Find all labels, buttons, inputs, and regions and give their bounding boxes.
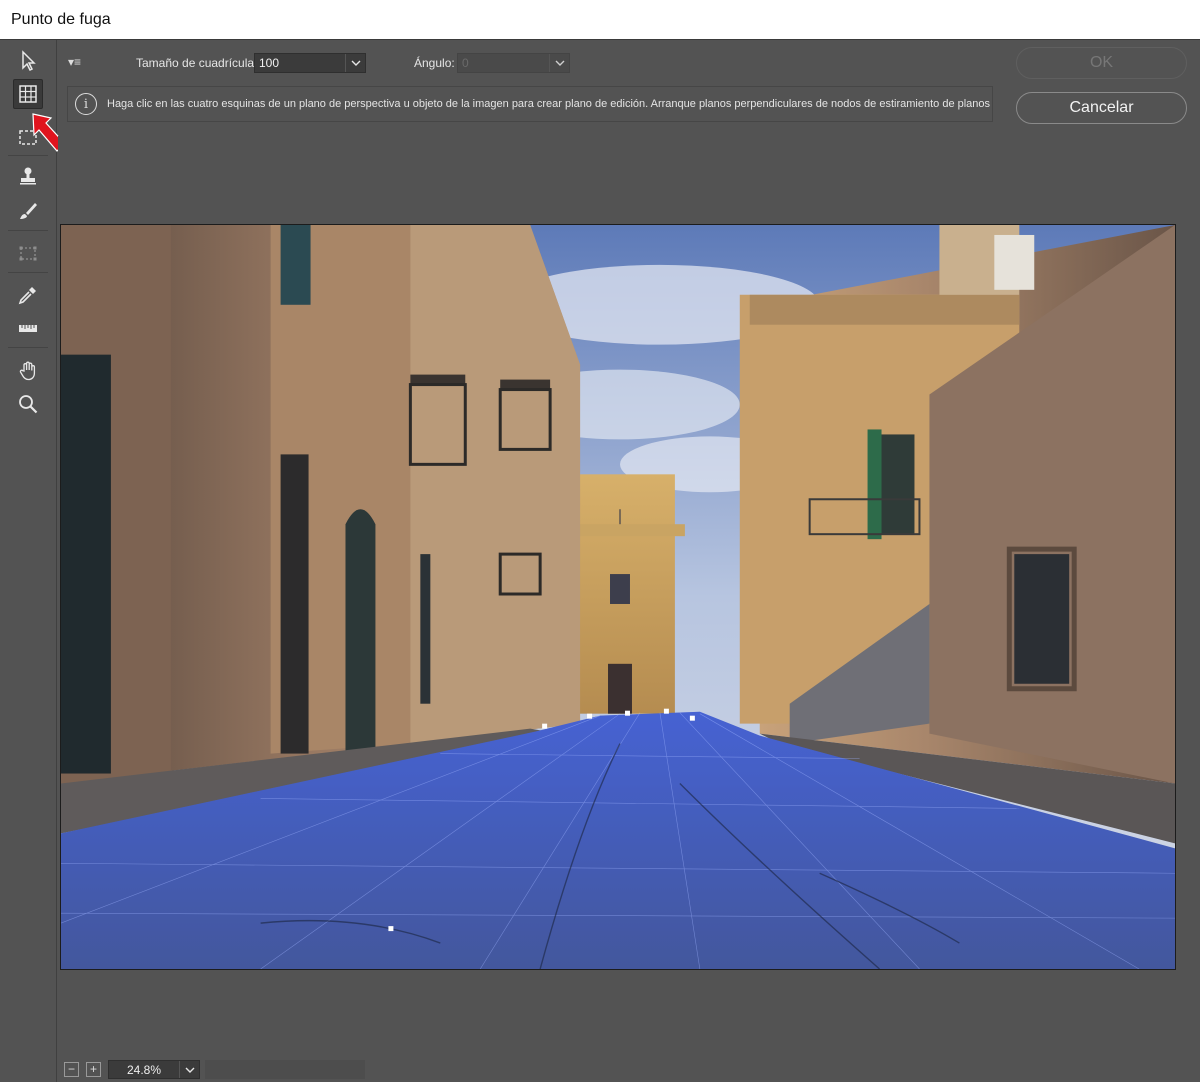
- ruler-icon: [19, 325, 37, 332]
- info-bar: i Haga clic en las cuatro esquinas de un…: [67, 86, 993, 122]
- vanishing-point-dialog: Punto de fuga ▾≡ Tamaño de cuadrícula: 1…: [0, 0, 1200, 1082]
- edit-plane-tool[interactable]: [13, 46, 43, 76]
- stamp-tool[interactable]: [13, 161, 43, 191]
- window-title: Punto de fuga: [11, 11, 111, 28]
- angle-field[interactable]: 0: [457, 53, 570, 73]
- grid-size-field[interactable]: 100: [254, 53, 366, 73]
- eyedropper-icon: [18, 287, 36, 305]
- preview-image[interactable]: [60, 224, 1176, 970]
- cancel-button[interactable]: Cancelar: [1016, 92, 1187, 124]
- tool-separator: [8, 230, 48, 231]
- eyedropper-tool[interactable]: [13, 280, 43, 310]
- title-bar: Punto de fuga: [0, 0, 1200, 40]
- create-plane-tool[interactable]: [13, 79, 43, 109]
- zoom-slider-track[interactable]: [205, 1060, 365, 1079]
- angle-value[interactable]: 0: [458, 56, 549, 70]
- measure-tool[interactable]: [13, 313, 43, 343]
- chevron-down-icon[interactable]: [549, 54, 569, 72]
- chevron-down-icon[interactable]: [345, 54, 365, 72]
- info-message: Haga clic en las cuatro esquinas de un p…: [107, 98, 991, 110]
- magnifier-icon: [19, 395, 38, 414]
- arrow-pointer-icon: [22, 50, 36, 72]
- grid-plane-icon: [19, 85, 37, 103]
- tool-separator: [8, 347, 48, 348]
- ok-button[interactable]: OK: [1016, 47, 1187, 79]
- grid-size-label: Tamaño de cuadrícula:: [136, 56, 258, 70]
- stamp-icon: [20, 167, 36, 185]
- info-icon: i: [75, 93, 97, 115]
- zoom-in-button[interactable]: +: [86, 1062, 101, 1077]
- grid-size-value[interactable]: 100: [255, 56, 345, 70]
- zoom-out-button[interactable]: −: [64, 1062, 79, 1077]
- transform-tool[interactable]: [13, 238, 43, 268]
- zoom-tool[interactable]: [13, 389, 43, 419]
- zoom-level-field[interactable]: 24.8%: [108, 1060, 200, 1079]
- brush-tool[interactable]: [13, 196, 43, 226]
- zoom-level-value[interactable]: 24.8%: [109, 1063, 179, 1077]
- panel-menu-icon[interactable]: ▾≡: [68, 55, 81, 69]
- transform-icon: [19, 246, 37, 261]
- tool-separator: [8, 272, 48, 273]
- street-photo[interactable]: [61, 225, 1175, 969]
- hand-tool[interactable]: [13, 356, 43, 386]
- chevron-down-icon[interactable]: [179, 1061, 199, 1078]
- angle-label: Ángulo:: [414, 56, 455, 70]
- hand-icon: [19, 361, 36, 381]
- brush-icon: [20, 203, 37, 219]
